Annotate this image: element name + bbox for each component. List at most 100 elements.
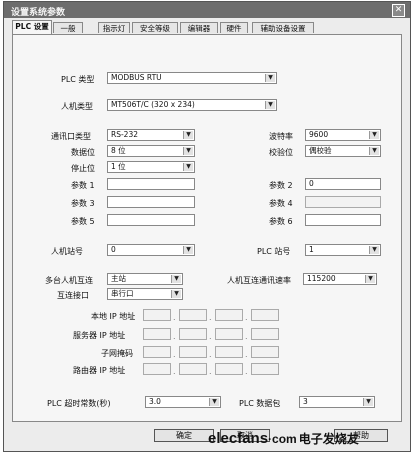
multi-hmi-select[interactable]: 主站 ▼ — [107, 273, 183, 285]
param-1-input[interactable] — [107, 178, 195, 190]
tab-aux-device-settings[interactable]: 辅助设备设置 — [252, 22, 314, 33]
port-type-select[interactable]: RS-232 ▼ — [107, 129, 195, 141]
ip-dot: . — [209, 367, 212, 376]
subnet-mask-label: 子网掩码 — [101, 349, 133, 358]
plc-station-value: 1 — [309, 245, 314, 254]
ip-octet-input[interactable] — [251, 346, 279, 358]
system-parameters-dialog: 设置系统参数 ✕ PLC 设置 一般 指示灯 安全等级 编辑器 硬件 辅助设备设… — [3, 1, 411, 452]
tab-hardware[interactable]: 硬件 — [220, 22, 248, 33]
chevron-down-icon[interactable]: ▼ — [183, 246, 193, 254]
param-3-input[interactable] — [107, 196, 195, 208]
tab-general[interactable]: 一般 — [53, 22, 83, 33]
link-interface-label: 互连接口 — [57, 291, 89, 300]
param-6-input[interactable] — [305, 214, 381, 226]
close-icon[interactable]: ✕ — [392, 4, 405, 17]
param-1-label: 参数 1 — [71, 181, 95, 190]
param-5-input[interactable] — [107, 214, 195, 226]
ip-octet-input[interactable] — [143, 346, 171, 358]
watermark-cn: 电子发烧友 — [298, 432, 359, 446]
tab-indicator[interactable]: 指示灯 — [98, 22, 130, 33]
link-interface-select[interactable]: 串行口 ▼ — [107, 288, 183, 300]
tab-editor[interactable]: 编辑器 — [180, 22, 218, 33]
watermark-domain: ·com — [268, 432, 297, 446]
chevron-down-icon[interactable]: ▼ — [183, 131, 193, 139]
chevron-down-icon[interactable]: ▼ — [265, 74, 275, 82]
ip-octet-input[interactable] — [251, 309, 279, 321]
ip-dot: . — [209, 332, 212, 341]
baud-rate-select[interactable]: 9600 ▼ — [305, 129, 381, 141]
plc-station-select[interactable]: 1 ▼ — [305, 244, 381, 256]
hmi-station-select[interactable]: 0 ▼ — [107, 244, 195, 256]
param-3-label: 参数 3 — [71, 199, 95, 208]
link-interface-value: 串行口 — [111, 289, 134, 298]
title-bar[interactable]: 设置系统参数 ✕ — [4, 2, 410, 18]
ip-octet-input[interactable] — [251, 363, 279, 375]
elecfans-watermark: elecfans·com 电子发烧友 — [208, 430, 359, 447]
plc-settings-panel: PLC 类型 MODBUS RTU ▼ 人机类型 MT506T/C (320 x… — [12, 34, 402, 422]
param-2-input[interactable]: 0 — [305, 178, 381, 190]
stop-bits-value: 1 位 — [111, 162, 126, 171]
data-bits-value: 8 位 — [111, 146, 126, 155]
hmi-link-rate-value: 115200 — [307, 274, 336, 283]
stop-bits-select[interactable]: 1 位 ▼ — [107, 161, 195, 173]
dialog-title: 设置系统参数 — [11, 8, 66, 18]
param-2-label: 参数 2 — [269, 181, 293, 190]
ip-octet-input[interactable] — [215, 346, 243, 358]
ip-octet-input[interactable] — [179, 363, 207, 375]
router-ip-label: 路由器 IP 地址 — [73, 366, 126, 375]
ip-octet-input[interactable] — [215, 328, 243, 340]
ip-octet-input[interactable] — [179, 309, 207, 321]
ip-octet-input[interactable] — [215, 363, 243, 375]
chevron-down-icon[interactable]: ▼ — [363, 398, 373, 406]
tab-strip: PLC 设置 一般 指示灯 安全等级 编辑器 硬件 辅助设备设置 — [12, 20, 402, 34]
ip-octet-input[interactable] — [143, 328, 171, 340]
ip-dot: . — [245, 313, 248, 322]
chevron-down-icon[interactable]: ▼ — [369, 147, 379, 155]
chevron-down-icon[interactable]: ▼ — [209, 398, 219, 406]
hmi-type-select[interactable]: MT506T/C (320 x 234) ▼ — [107, 99, 277, 111]
tab-plc-settings[interactable]: PLC 设置 — [12, 20, 52, 34]
ip-octet-input[interactable] — [251, 328, 279, 340]
plc-timeout-select[interactable]: 3.0 ▼ — [145, 396, 221, 408]
plc-packet-select[interactable]: 3 ▼ — [299, 396, 375, 408]
tab-security-level[interactable]: 安全等级 — [132, 22, 178, 33]
param-6-label: 参数 6 — [269, 217, 293, 226]
param-2-value: 0 — [309, 179, 314, 188]
ip-octet-input[interactable] — [215, 309, 243, 321]
ok-button[interactable]: 确定 — [154, 429, 214, 442]
chevron-down-icon[interactable]: ▼ — [183, 147, 193, 155]
chevron-down-icon[interactable]: ▼ — [369, 131, 379, 139]
ip-dot: . — [245, 332, 248, 341]
chevron-down-icon[interactable]: ▼ — [171, 275, 181, 283]
param-4-input[interactable] — [305, 196, 381, 208]
plc-type-select[interactable]: MODBUS RTU ▼ — [107, 72, 277, 84]
multi-hmi-value: 主站 — [111, 274, 126, 283]
ip-dot: . — [173, 350, 176, 359]
parity-select[interactable]: 偶校验 ▼ — [305, 145, 381, 157]
hmi-station-value: 0 — [111, 245, 116, 254]
chevron-down-icon[interactable]: ▼ — [265, 101, 275, 109]
ip-dot: . — [209, 350, 212, 359]
data-bits-select[interactable]: 8 位 ▼ — [107, 145, 195, 157]
chevron-down-icon[interactable]: ▼ — [171, 290, 181, 298]
ip-dot: . — [173, 332, 176, 341]
stop-bits-label: 停止位 — [71, 164, 95, 173]
ip-dot: . — [173, 367, 176, 376]
local-ip-label: 本地 IP 地址 — [91, 312, 136, 321]
hmi-station-label: 人机站号 — [51, 247, 83, 256]
parity-label: 校验位 — [269, 148, 293, 157]
chevron-down-icon[interactable]: ▼ — [365, 275, 375, 283]
chevron-down-icon[interactable]: ▼ — [369, 246, 379, 254]
plc-type-label: PLC 类型 — [61, 75, 95, 84]
ip-octet-input[interactable] — [179, 328, 207, 340]
hmi-link-rate-select[interactable]: 115200 ▼ — [303, 273, 377, 285]
ip-octet-input[interactable] — [179, 346, 207, 358]
plc-station-label: PLC 站号 — [257, 247, 291, 256]
plc-packet-value: 3 — [303, 397, 308, 406]
chevron-down-icon[interactable]: ▼ — [183, 163, 193, 171]
port-type-value: RS-232 — [111, 130, 138, 139]
ip-octet-input[interactable] — [143, 309, 171, 321]
param-5-label: 参数 5 — [71, 217, 95, 226]
ip-octet-input[interactable] — [143, 363, 171, 375]
data-bits-label: 数据位 — [71, 148, 95, 157]
